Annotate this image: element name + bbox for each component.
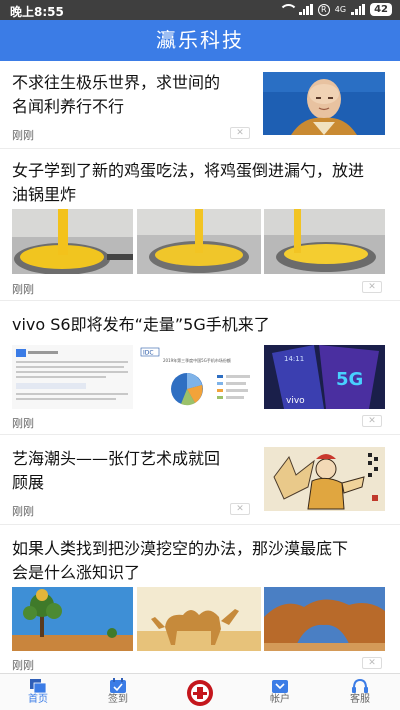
article-time: 刚刚 xyxy=(12,505,34,518)
article-thumbnail-egg-1[interactable] xyxy=(12,209,133,274)
status-time: 晚上8:55 xyxy=(10,5,64,19)
article-title[interactable]: 艺海潮头——张仃艺术成就回 顾展 xyxy=(12,447,252,495)
article-card[interactable]: vivo S6即将发布“走量”5G手机来了 IDC 2019年第三季度中国5G手… xyxy=(0,301,400,435)
article-title[interactable]: 女子学到了新的鸡蛋吃法，将鸡蛋倒进漏勺，放进 油锅里炸 xyxy=(12,159,392,207)
app-title: 瀛乐科技 xyxy=(156,28,244,52)
article-time: 刚刚 xyxy=(12,129,34,142)
status-icons: R 4G 42 xyxy=(278,3,392,16)
dismiss-button[interactable]: ✕ xyxy=(362,657,382,669)
article-title-line: 会是什么涨知识了 xyxy=(12,563,141,582)
article-card[interactable]: 女子学到了新的鸡蛋吃法，将鸡蛋倒进漏勺，放进 油锅里炸 刚刚 ✕ xyxy=(0,149,400,301)
tab-support-label: 客服 xyxy=(350,694,370,705)
headset-icon xyxy=(351,678,369,694)
tab-home[interactable]: 首页 xyxy=(8,674,68,710)
article-thumbnail-desert-tree[interactable] xyxy=(12,587,133,651)
signal-icon xyxy=(298,4,313,15)
dismiss-button[interactable]: ✕ xyxy=(230,127,250,139)
article-title-line: 艺海潮头——张仃艺术成就回 xyxy=(12,449,221,468)
article-thumbnail-market-chart[interactable]: IDC 2019年第三季度中国5G手机市场份额 xyxy=(137,345,261,409)
status-bar: 晚上8:55 R 4G 42 xyxy=(0,0,400,20)
idc-logo-text: IDC xyxy=(143,350,154,357)
article-title[interactable]: 如果人类找到把沙漠挖空的办法，那沙漠最底下 会是什么涨知识了 xyxy=(12,537,392,585)
article-title-line: 名闻利养行不行 xyxy=(12,97,125,116)
article-thumbnail-egg-2[interactable] xyxy=(137,209,261,274)
tab-checkin-label: 签到 xyxy=(108,694,128,705)
article-card[interactable]: 不求往生极乐世界，求世间的 名闻利养行不行 刚刚 ✕ xyxy=(0,61,400,149)
bottom-tab-bar: 首页 签到 帐户 客服 xyxy=(0,673,400,710)
5g-label: 5G xyxy=(336,369,363,390)
news-feed[interactable]: 不求往生极乐世界，求世间的 名闻利养行不行 刚刚 ✕ 女子学到了新的鸡蛋吃法，将… xyxy=(0,61,400,673)
network-type-label: 4G xyxy=(334,4,347,14)
article-title-line: vivo S6即将发布“走量”5G手机来了 xyxy=(12,315,270,334)
tab-home-label: 首页 xyxy=(28,694,48,705)
wifi-icon xyxy=(278,4,298,15)
home-icon xyxy=(29,678,47,694)
article-thumbnail-monk[interactable] xyxy=(263,72,385,135)
bank-logo-icon[interactable] xyxy=(180,678,220,708)
tab-checkin[interactable]: 签到 xyxy=(88,674,148,710)
article-title-line: 如果人类找到把沙漠挖空的办法，那沙漠最底下 xyxy=(12,539,349,558)
vivo-logo: vivo xyxy=(286,396,305,406)
article-title-line: 不求往生极乐世界，求世间的 xyxy=(12,73,221,92)
chart-caption: 2019年第三季度中国5G手机市场份额 xyxy=(163,357,231,363)
article-card[interactable]: 如果人类找到把沙漠挖空的办法，那沙漠最底下 会是什么涨知识了 刚刚 ✕ xyxy=(0,525,400,673)
article-title-line: 油锅里炸 xyxy=(12,185,77,204)
article-thumbnail-egg-3[interactable] xyxy=(264,209,385,274)
app-header: 瀛乐科技 xyxy=(0,20,400,61)
phone-clock-text: 14:11 xyxy=(284,355,304,363)
tab-support[interactable]: 客服 xyxy=(330,674,390,710)
tab-account[interactable]: 帐户 xyxy=(250,674,310,710)
tab-account-label: 帐户 xyxy=(270,694,290,705)
dismiss-button[interactable]: ✕ xyxy=(230,503,250,515)
article-title-line: 顾展 xyxy=(12,473,45,492)
article-time: 刚刚 xyxy=(12,659,34,672)
article-thumbnail-painting[interactable] xyxy=(264,447,385,511)
article-card[interactable]: 艺海潮头——张仃艺术成就回 顾展 刚刚 ✕ xyxy=(0,435,400,525)
account-icon xyxy=(271,678,289,694)
article-thumbnail-vivo-phone[interactable]: 14:11 5G vivo xyxy=(264,345,385,409)
dismiss-button[interactable]: ✕ xyxy=(362,281,382,293)
battery-indicator: 42 xyxy=(370,3,392,16)
roaming-icon: R xyxy=(317,3,330,16)
dismiss-button[interactable]: ✕ xyxy=(362,415,382,427)
article-thumbnail-rock-arch[interactable] xyxy=(264,587,385,651)
article-title-line: 女子学到了新的鸡蛋吃法，将鸡蛋倒进漏勺，放进 xyxy=(12,161,365,180)
article-thumbnail-camel[interactable] xyxy=(137,587,261,651)
article-title[interactable]: 不求往生极乐世界，求世间的 名闻利养行不行 xyxy=(12,71,252,119)
article-time: 刚刚 xyxy=(12,283,34,296)
article-title[interactable]: vivo S6即将发布“走量”5G手机来了 xyxy=(12,313,392,337)
article-thumbnail-article-screenshot[interactable] xyxy=(12,345,133,409)
article-time: 刚刚 xyxy=(12,417,34,430)
calendar-check-icon xyxy=(109,678,127,694)
signal-icon-2 xyxy=(351,4,366,15)
